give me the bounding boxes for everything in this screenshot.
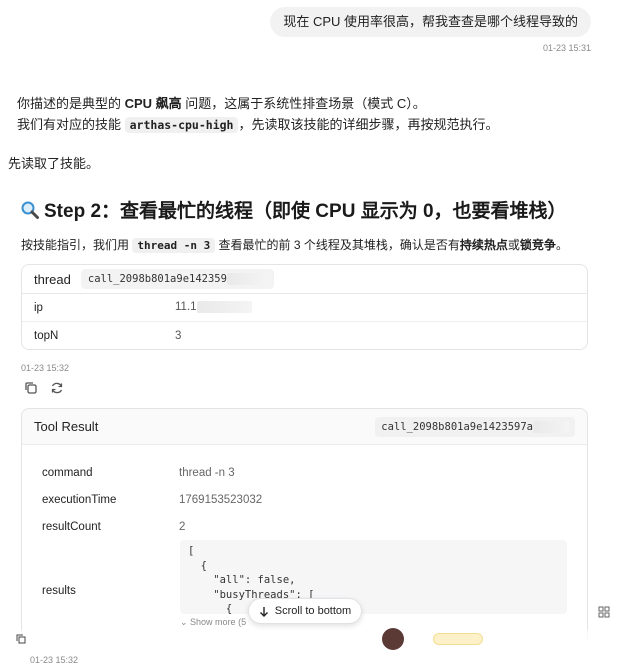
tool-result-header: Tool Result call_2098b801a9e1423597a (22, 409, 587, 445)
user-message-bubble: 现在 CPU 使用率很高，帮我查查是哪个线程导致的 (270, 7, 591, 37)
assistant-line-1: 你描述的是典型的 CPU 飙高 问题，这属于系统性排查场景（模式 C）。 (17, 96, 426, 111)
skill-code: arthas-cpu-high (124, 117, 239, 133)
command-code: thread -n 3 (132, 238, 216, 253)
tool-call-id: call_2098b801a9e142359 (80, 269, 274, 289)
copy-icon[interactable] (16, 634, 26, 644)
tool-call-time: 01-23 15:32 (21, 363, 70, 373)
param-value: 11.1 (175, 301, 252, 314)
results-key: results (42, 585, 76, 597)
status-chip (433, 633, 483, 645)
refresh-icon[interactable] (50, 381, 64, 395)
bottom-overlay (0, 630, 618, 667)
result-key: command (42, 467, 93, 479)
tool-result-call-id: call_2098b801a9e1423597a (375, 416, 575, 437)
show-more-link[interactable]: ⌄ Show more (5 (180, 617, 246, 628)
magnifier-icon (21, 201, 39, 219)
tool-call-card: thread call_2098b801a9e142359 ip 11.1 to… (21, 264, 588, 350)
result-key: executionTime (42, 494, 117, 506)
redacted-blur (226, 273, 267, 285)
tool-call-header: thread call_2098b801a9e142359 (22, 265, 587, 294)
copy-icon[interactable] (24, 381, 38, 395)
results-code-block: [ { "all": false, "busyThreads": [ { (180, 540, 567, 614)
scroll-to-bottom-button[interactable]: Scroll to bottom (248, 598, 362, 624)
tool-result-title: Tool Result (34, 419, 99, 434)
redacted-blur (533, 420, 569, 433)
avatar (382, 628, 404, 650)
param-key: ip (34, 301, 43, 314)
step-description: 按技能指引，我们用 thread -n 3 查看最忙的前 3 个线程及其堆栈，确… (21, 238, 568, 253)
redacted-blur (196, 301, 252, 314)
result-value: 1769153523032 (179, 494, 263, 506)
assistant-line-2: 我们有对应的技能 arthas-cpu-high ，先读取该技能的详细步骤，再按规… (17, 117, 499, 133)
arrow-down-icon (259, 606, 268, 617)
result-value: thread -n 3 (179, 467, 235, 479)
param-row: ip 11.1 (22, 294, 587, 322)
param-key: topN (34, 330, 59, 342)
assistant-line-3: 先读取了技能。 (8, 156, 100, 171)
param-value: 3 (175, 330, 182, 342)
step-title: Step 2：查看最忙的线程（即使 CPU 显示为 0，也要看堆栈） (20, 196, 567, 223)
bottom-message-time: 01-23 15:32 (30, 655, 79, 665)
tool-name: thread (34, 271, 71, 287)
param-row: topN 3 (22, 322, 587, 349)
result-value: 2 (179, 521, 186, 533)
result-key: resultCount (42, 521, 101, 533)
message-actions (24, 381, 64, 395)
user-message-time: 01-23 15:31 (542, 43, 591, 53)
grid-icon[interactable] (598, 606, 610, 618)
